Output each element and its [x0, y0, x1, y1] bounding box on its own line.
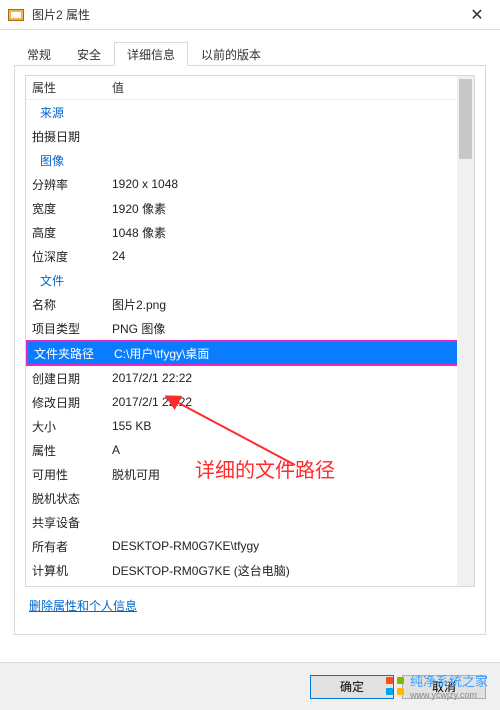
scrollbar-thumb[interactable] [459, 79, 472, 159]
app-icon [8, 9, 24, 21]
tab-details[interactable]: 详细信息 [114, 42, 188, 66]
ok-button[interactable]: 确定 [310, 675, 394, 699]
value: DESKTOP-RM0G7KE\tfygy [106, 539, 474, 553]
row-shot-date[interactable]: 拍摄日期 [26, 124, 474, 148]
value: C:\用户\tfygy\桌面 [108, 345, 472, 362]
value: 图片2.png [106, 296, 474, 313]
row-owner[interactable]: 所有者DESKTOP-RM0G7KE\tfygy [26, 534, 474, 558]
label: 大小 [26, 418, 106, 435]
row-item-type[interactable]: 项目类型PNG 图像 [26, 316, 474, 340]
window-title: 图片2 属性 [32, 6, 90, 23]
row-created[interactable]: 创建日期2017/2/1 22:22 [26, 366, 474, 390]
label: 项目类型 [26, 320, 106, 337]
value: DESKTOP-RM0G7KE (这台电脑) [106, 562, 474, 579]
section-source: 来源 [26, 100, 474, 124]
label: 所有者 [26, 538, 106, 555]
row-shared-device[interactable]: 共享设备 [26, 510, 474, 534]
tab-strip: 常规 安全 详细信息 以前的版本 [14, 42, 486, 66]
close-button[interactable]: ✕ [454, 0, 500, 30]
label: 计算机 [26, 562, 106, 579]
label: 高度 [26, 224, 106, 241]
label: 分辨率 [26, 176, 106, 193]
row-computer[interactable]: 计算机DESKTOP-RM0G7KE (这台电脑) [26, 558, 474, 582]
section-image: 图像 [26, 148, 474, 172]
remove-properties-link-row: 删除属性和个人信息 [25, 597, 475, 614]
value: 155 KB [106, 419, 474, 433]
value: 2017/2/1 22:22 [106, 371, 474, 385]
row-bit-depth[interactable]: 位深度24 [26, 244, 474, 268]
label: 创建日期 [26, 370, 106, 387]
label: 文件夹路径 [28, 345, 108, 362]
property-list[interactable]: 属性 值 来源 拍摄日期 图像 分辨率1920 x 1048 宽度1920 像素… [25, 75, 475, 587]
section-file: 文件 [26, 268, 474, 292]
header-value: 值 [106, 79, 474, 96]
value: 1048 像素 [106, 224, 474, 241]
value: A [106, 443, 474, 457]
row-modified[interactable]: 修改日期2017/2/1 22:22 [26, 390, 474, 414]
tab-previous-versions[interactable]: 以前的版本 [188, 42, 274, 66]
scrollbar-vertical[interactable] [457, 76, 474, 586]
value: 2017/2/1 22:22 [106, 395, 474, 409]
tab-security[interactable]: 安全 [64, 42, 114, 66]
value: 1920 像素 [106, 200, 474, 217]
label: 共享设备 [26, 514, 106, 531]
row-availability[interactable]: 可用性脱机可用 [26, 462, 474, 486]
value: 1920 x 1048 [106, 177, 474, 191]
row-width[interactable]: 宽度1920 像素 [26, 196, 474, 220]
label: 属性 [26, 442, 106, 459]
row-offline-status[interactable]: 脱机状态 [26, 486, 474, 510]
label: 可用性 [26, 466, 106, 483]
value: 24 [106, 249, 474, 263]
list-header: 属性 值 [26, 76, 474, 100]
label: 宽度 [26, 200, 106, 217]
row-attributes[interactable]: 属性A [26, 438, 474, 462]
label: 修改日期 [26, 394, 106, 411]
tab-general[interactable]: 常规 [14, 42, 64, 66]
value: 脱机可用 [106, 466, 474, 483]
header-property: 属性 [26, 79, 106, 96]
row-name[interactable]: 名称图片2.png [26, 292, 474, 316]
label: 脱机状态 [26, 490, 106, 507]
row-folder-path[interactable]: 文件夹路径C:\用户\tfygy\桌面 [26, 340, 474, 366]
row-size[interactable]: 大小155 KB [26, 414, 474, 438]
dialog-buttons: 确定 取消 [0, 662, 500, 710]
value: PNG 图像 [106, 320, 474, 337]
title-bar: 图片2 属性 ✕ [0, 0, 500, 30]
label: 位深度 [26, 248, 106, 265]
row-height[interactable]: 高度1048 像素 [26, 220, 474, 244]
cancel-button[interactable]: 取消 [402, 675, 486, 699]
label: 拍摄日期 [26, 128, 106, 145]
details-panel: 属性 值 来源 拍摄日期 图像 分辨率1920 x 1048 宽度1920 像素… [14, 65, 486, 635]
row-resolution[interactable]: 分辨率1920 x 1048 [26, 172, 474, 196]
remove-properties-link[interactable]: 删除属性和个人信息 [29, 599, 137, 613]
label: 名称 [26, 296, 106, 313]
